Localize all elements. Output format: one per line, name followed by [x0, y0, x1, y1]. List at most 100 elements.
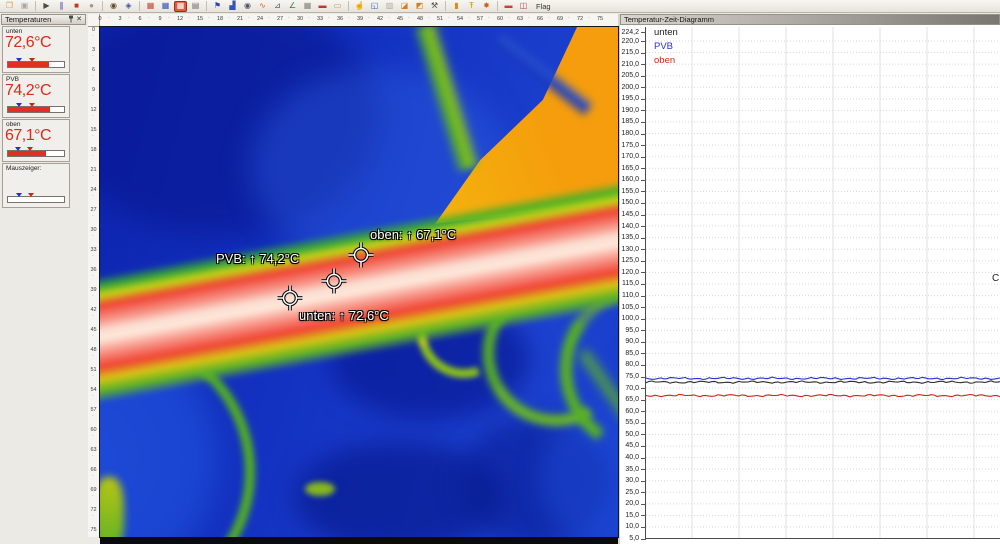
layout-icon[interactable]: ▤ [189, 1, 202, 12]
play-icon[interactable]: ▶ [40, 1, 53, 12]
palette-icon[interactable]: ▦ [174, 1, 187, 12]
y-tick-mark [641, 527, 646, 528]
legend-item-pvb[interactable]: PVB [654, 42, 673, 52]
measurement-label-unten: unten: ↑ 72,6°C [299, 308, 389, 323]
hand-tool-icon[interactable]: ☝ [353, 1, 366, 12]
ruler-tick: 45 [394, 17, 406, 23]
ruler-dot: · [92, 274, 94, 280]
close-icon[interactable]: ✕ [76, 16, 82, 23]
toolbar-separator [35, 1, 36, 11]
y-tick-mark [641, 469, 646, 470]
panel-splitter[interactable] [618, 14, 620, 544]
profile-icon: ⊿ [274, 2, 281, 10]
y-tick-mark [641, 64, 646, 65]
pause-icon[interactable]: ∥ [55, 1, 68, 12]
y-tick-mark [641, 307, 646, 308]
toolbar-separator [445, 1, 446, 11]
y-tick-mark [641, 342, 646, 343]
y-tick-mark [641, 32, 646, 33]
bar-marker-red [27, 147, 33, 151]
ruler-tick: 18 [214, 17, 226, 23]
burst-icon: ✸ [483, 2, 490, 10]
ruler-dot: · [588, 16, 590, 22]
thermal-image[interactable] [100, 27, 618, 537]
thermal-imaging-app: ❐▣▶∥■●◉◈▦▦▦▤⚑▟◉∿⊿∠▦▬▭☝◱▨◪◩⚒▮Ŧ✸▬◫ Flag Te… [0, 0, 1000, 544]
ruler-dot: · [92, 134, 94, 140]
temperature-bar [7, 196, 65, 203]
save-icon[interactable]: ▣ [18, 1, 31, 12]
ruler-icon[interactable]: ▭ [331, 1, 344, 12]
marker-bar-icon[interactable]: ▮ [450, 1, 463, 12]
ruler-tick: 24 [254, 17, 266, 23]
ref-line-icon[interactable]: ▬ [316, 1, 329, 12]
crosshair-marker-oben[interactable] [348, 242, 374, 268]
chart-y-axis [645, 27, 646, 538]
main-toolbar: ❐▣▶∥■●◉◈▦▦▦▤⚑▟◉∿⊿∠▦▬▭☝◱▨◪◩⚒▮Ŧ✸▬◫ Flag [0, 0, 1000, 13]
bookmark-orange-1-icon[interactable]: ◪ [398, 1, 411, 12]
bookmark-orange-2-icon[interactable]: ◩ [413, 1, 426, 12]
open-file-icon[interactable]: ❐ [3, 1, 16, 12]
ruler-dot: · [92, 54, 94, 60]
curve-icon[interactable]: ∿ [256, 1, 269, 12]
toolbar-separator [348, 1, 349, 11]
temperature-section-mauszeiger: Mauszeiger: [2, 163, 70, 208]
series-line-oben [646, 394, 1000, 397]
chart-plot-area[interactable] [646, 27, 1000, 544]
record-icon: ● [89, 2, 94, 10]
text-tool-icon[interactable]: Ŧ [465, 1, 478, 12]
section-label: Mauszeiger: [6, 165, 41, 172]
pin-icon[interactable] [68, 15, 74, 25]
ruler-icon: ▭ [334, 2, 342, 10]
snapshot-gray-icon: ▨ [386, 2, 394, 10]
record-strip-icon[interactable]: ▬ [502, 1, 515, 12]
y-tick-mark [641, 423, 646, 424]
tools-icon[interactable]: ⚒ [428, 1, 441, 12]
y-tick-mark [641, 157, 646, 158]
legend-item-unten[interactable]: unten [654, 28, 678, 38]
hand-tool-icon: ☝ [355, 2, 365, 10]
toolbar-separator [206, 1, 207, 11]
ruler-dot: · [568, 16, 570, 22]
record-icon[interactable]: ● [85, 1, 98, 12]
media-mix-icon[interactable]: ◫ [517, 1, 530, 12]
y-tick-mark [641, 400, 646, 401]
stop-icon[interactable]: ■ [70, 1, 83, 12]
ruler-tick: 9 [154, 17, 166, 23]
y-tick-mark [641, 87, 646, 88]
temperatures-panel-titlebar: Temperaturen ✕ [1, 14, 86, 25]
y-tick-mark [641, 365, 646, 366]
legend-item-oben[interactable]: oben [654, 56, 675, 66]
crosshair-marker-pvb[interactable] [321, 268, 347, 294]
flag-marker-icon[interactable]: ⚑ [211, 1, 224, 12]
profile-icon[interactable]: ⊿ [271, 1, 284, 12]
y-tick-mark [641, 446, 646, 447]
ruler-tick: 15 [194, 17, 206, 23]
snapshot-gray-icon[interactable]: ▨ [383, 1, 396, 12]
image-blue-icon[interactable]: ▦ [159, 1, 172, 12]
ruler-tick: 54 [454, 17, 466, 23]
ruler-tick: 57 [474, 17, 486, 23]
camera-view-icon[interactable]: ◉ [241, 1, 254, 12]
flag-label: Flag [536, 2, 551, 11]
trend-chart-icon[interactable]: ∠ [286, 1, 299, 12]
histogram-icon[interactable]: ▟ [226, 1, 239, 12]
temperature-bar-fill [8, 151, 46, 156]
ruler-dot: · [92, 154, 94, 160]
y-tick-mark [641, 76, 646, 77]
copy-frame-icon[interactable]: ◈ [122, 1, 135, 12]
snapshot-camera-icon[interactable]: ◉ [107, 1, 120, 12]
temperature-bar-fill [8, 107, 50, 112]
image-red-icon[interactable]: ▦ [144, 1, 157, 12]
ruler-dot: · [92, 514, 94, 520]
layout-grid-icon[interactable]: ◱ [368, 1, 381, 12]
ruler-tick: 21 [234, 17, 246, 23]
ruler-tick: 3 [114, 17, 126, 23]
ruler-dot: · [328, 16, 330, 22]
burst-icon[interactable]: ✸ [480, 1, 493, 12]
copy-frame-icon: ◈ [125, 2, 131, 10]
measurement-label-pvb: PVB: ↑ 74,2°C [216, 251, 299, 266]
left-ruler [88, 27, 100, 537]
grid-icon[interactable]: ▦ [301, 1, 314, 12]
series-line-unten [646, 381, 1000, 384]
thermal-green-blob-corner [100, 477, 124, 537]
